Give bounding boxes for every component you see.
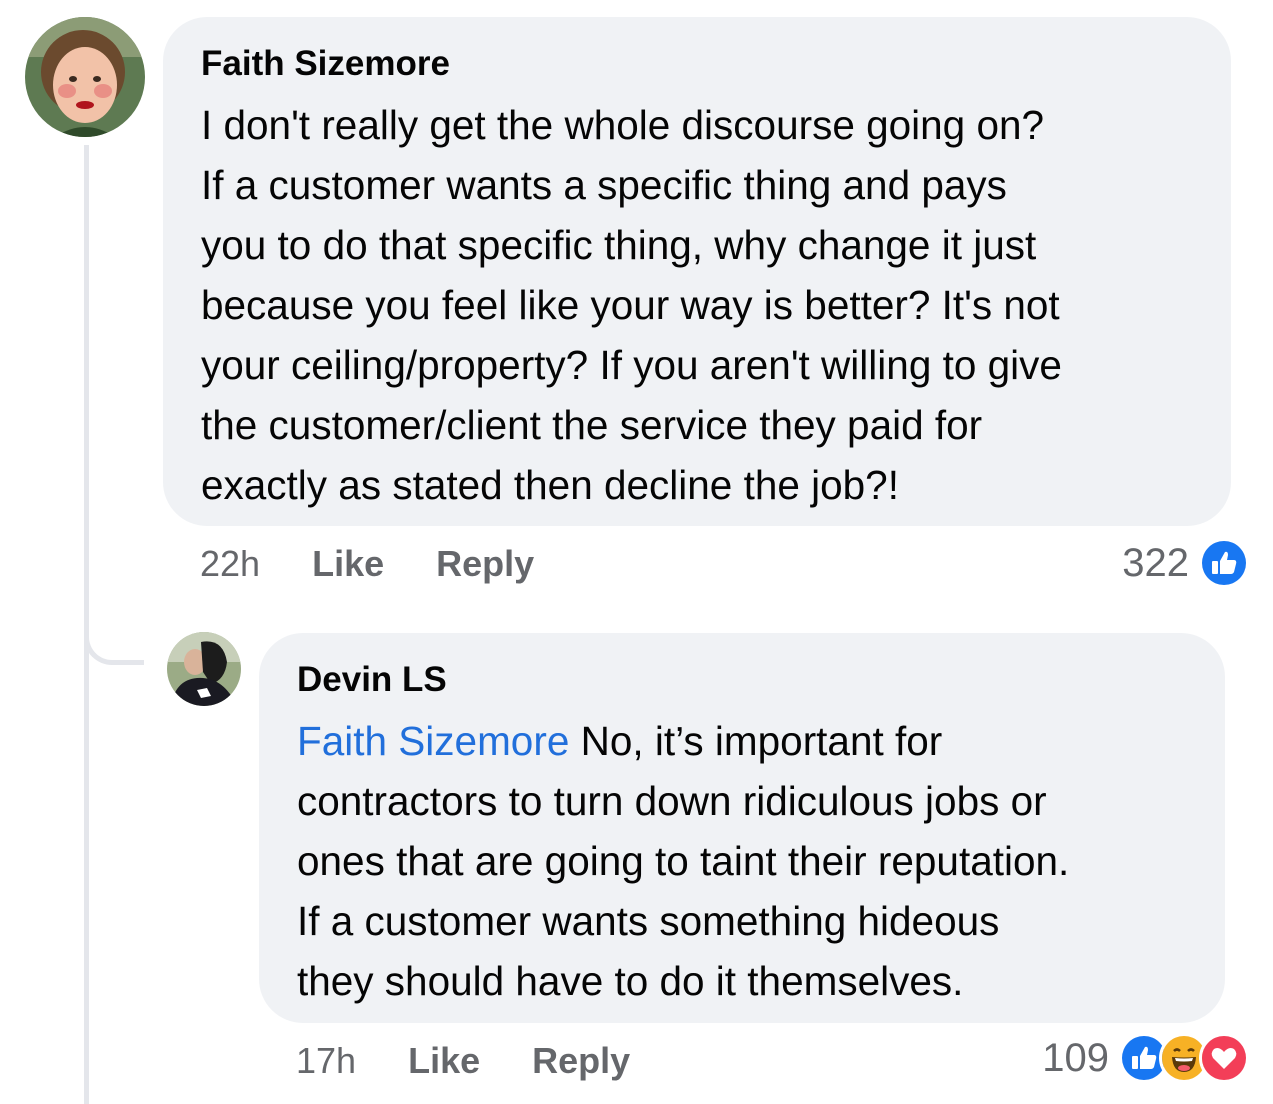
comment-timestamp[interactable]: 17h: [296, 1040, 356, 1082]
reaction-count: 109: [1042, 1035, 1109, 1080]
comment-author[interactable]: Devin LS: [297, 659, 1189, 701]
avatar[interactable]: [167, 632, 241, 706]
comment-timestamp[interactable]: 22h: [200, 543, 260, 585]
comment-actions: 22h Like Reply: [200, 543, 534, 585]
like-icon: [1199, 538, 1249, 588]
comment-bubble: Devin LS Faith Sizemore No, it’s importa…: [259, 633, 1225, 1023]
comment-text-first-line: No, it’s important for: [569, 718, 943, 764]
comment-thread: Faith Sizemore I don't really get the wh…: [0, 0, 1273, 1104]
like-button[interactable]: Like: [312, 543, 384, 585]
reply-button[interactable]: Reply: [436, 543, 534, 585]
comment-text-rest: contractors to turn down ridiculous jobs…: [297, 778, 1070, 1004]
reaction-summary[interactable]: 322: [1122, 538, 1249, 588]
reply-button[interactable]: Reply: [532, 1040, 630, 1082]
like-button[interactable]: Like: [408, 1040, 480, 1082]
avatar[interactable]: [25, 17, 145, 137]
comment-actions: 17h Like Reply: [296, 1040, 630, 1082]
reaction-count: 322: [1122, 540, 1189, 585]
comment-bubble: Faith Sizemore I don't really get the wh…: [163, 17, 1231, 526]
comment-author[interactable]: Faith Sizemore: [201, 43, 1195, 85]
comment-text: I don't really get the whole discourse g…: [201, 102, 1062, 508]
thread-connector: [84, 600, 144, 665]
mention-link[interactable]: Faith Sizemore: [297, 718, 569, 764]
reaction-summary[interactable]: 109: [1042, 1033, 1249, 1083]
comment-text: Faith Sizemore No, it’s important for co…: [297, 711, 1189, 1011]
love-icon: [1199, 1033, 1249, 1083]
